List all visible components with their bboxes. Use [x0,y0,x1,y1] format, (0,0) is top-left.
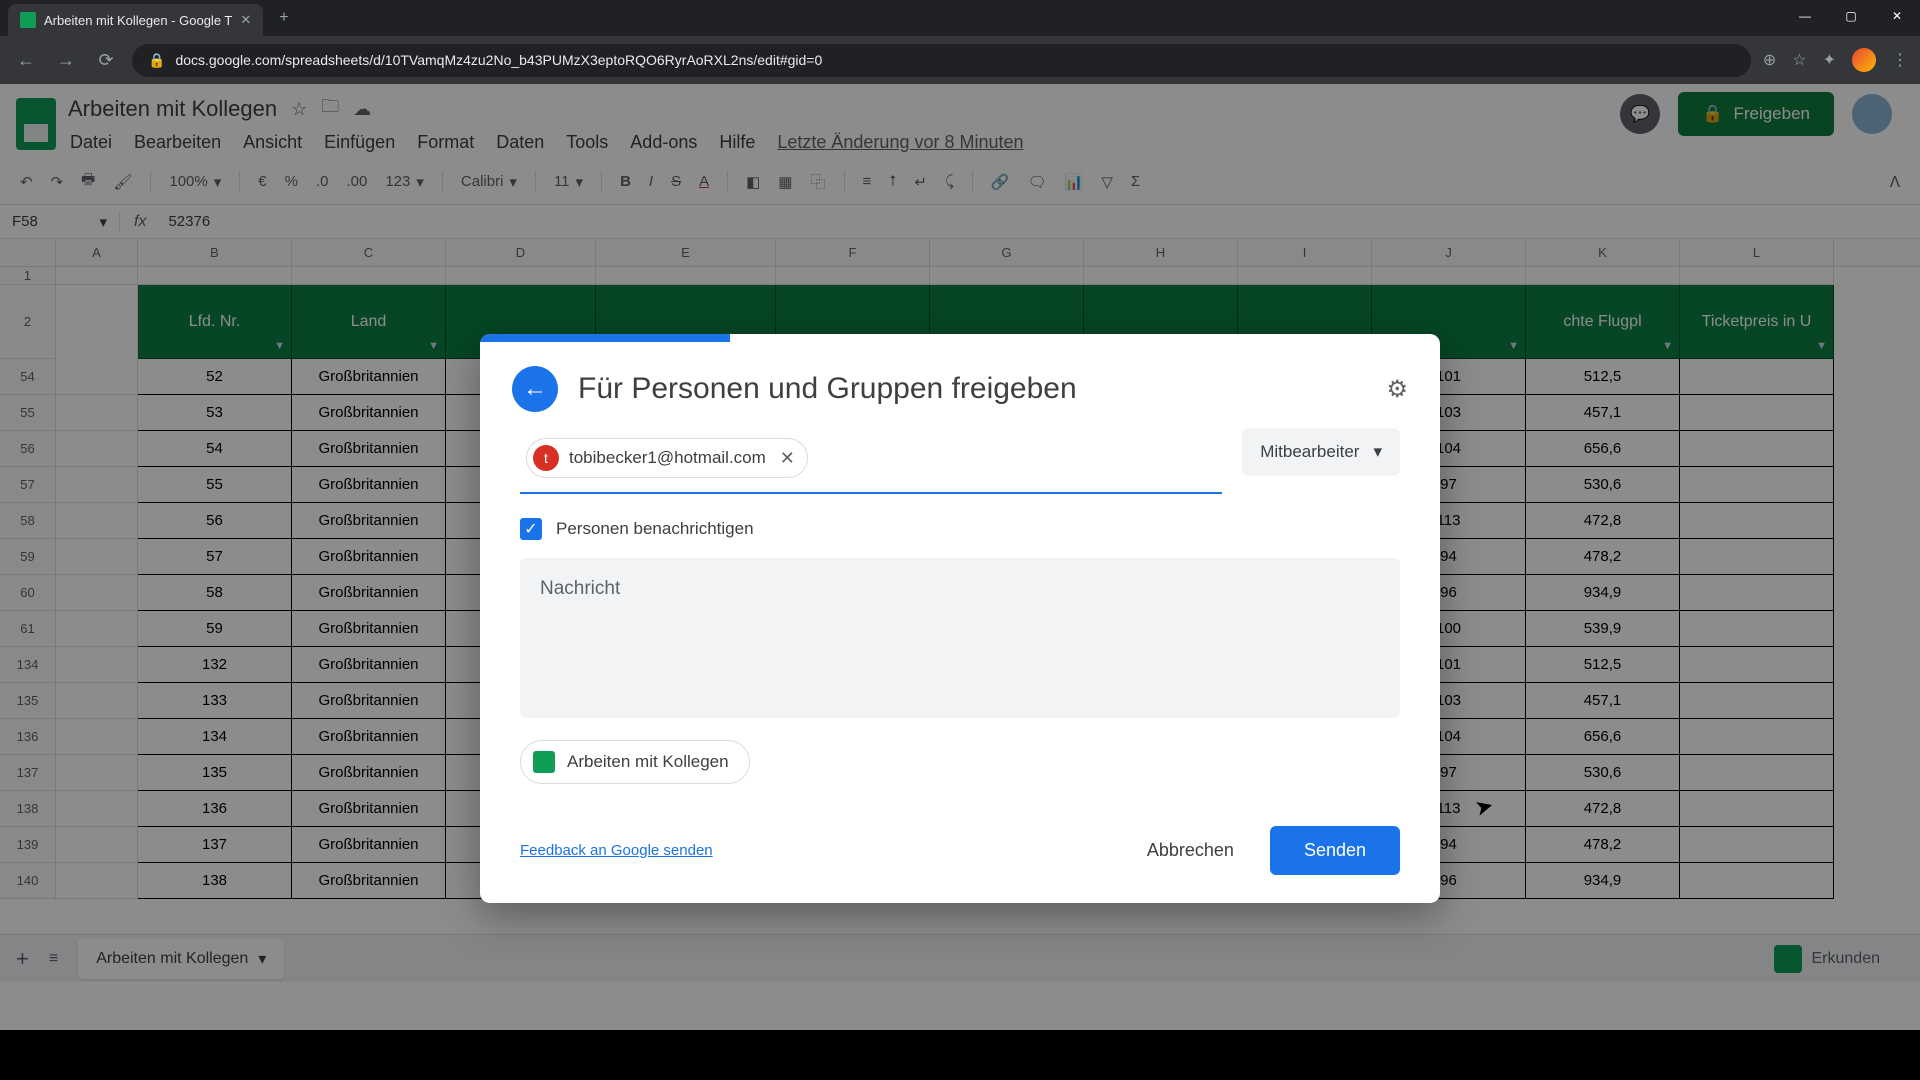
message-placeholder: Nachricht [540,578,620,599]
bookmark-icon[interactable]: ☆ [1792,50,1806,70]
address-bar: ← → ⟳ 🔒 docs.google.com/spreadsheets/d/1… [0,36,1920,84]
sheets-app: Arbeiten mit Kollegen ☆ 🗀 ☁ Datei Bearbe… [0,84,1920,1030]
chip-email: tobibecker1@hotmail.com [569,448,766,468]
message-textarea[interactable]: Nachricht [520,558,1400,718]
tab-bar: Arbeiten mit Kollegen - Google T ✕ + — ▢… [0,0,1920,36]
attached-file-chip: Arbeiten mit Kollegen [520,740,750,784]
dialog-back-button[interactable]: ← [512,366,558,412]
tab-title: Arbeiten mit Kollegen - Google T [44,13,232,28]
chip-remove-icon[interactable]: ✕ [780,448,795,469]
close-window-button[interactable]: ✕ [1874,0,1920,32]
extensions-icon[interactable]: ✦ [1823,50,1836,70]
role-select[interactable]: Mitbearbeiter▾ [1242,428,1400,476]
minimize-button[interactable]: — [1782,0,1828,32]
recipient-input[interactable]: t tobibecker1@hotmail.com ✕ [520,428,1222,494]
feedback-link[interactable]: Feedback an Google senden [520,842,713,859]
profile-icon[interactable] [1852,48,1876,72]
settings-gear-icon[interactable]: ⚙ [1386,375,1408,404]
chrome-menu-icon[interactable]: ⋮ [1892,50,1908,70]
maximize-button[interactable]: ▢ [1828,0,1874,32]
sheets-file-icon [533,751,555,773]
forward-button[interactable]: → [52,50,80,71]
new-tab-button[interactable]: + [279,9,288,27]
browser-tab[interactable]: Arbeiten mit Kollegen - Google T ✕ [8,4,263,36]
chevron-down-icon: ▾ [1373,442,1382,462]
send-button[interactable]: Senden [1270,826,1400,875]
reload-button[interactable]: ⟳ [92,50,120,71]
browser-chrome: Arbeiten mit Kollegen - Google T ✕ + — ▢… [0,0,1920,84]
chip-avatar-icon: t [533,445,559,471]
url-field[interactable]: 🔒 docs.google.com/spreadsheets/d/10TVamq… [132,44,1751,77]
lock-icon: 🔒 [148,52,165,69]
url-text: docs.google.com/spreadsheets/d/10TVamqMz… [175,52,822,68]
share-dialog: ← Für Personen und Gruppen freigeben ⚙ t… [480,334,1440,903]
window-controls: — ▢ ✕ [1782,0,1920,32]
cancel-button[interactable]: Abbrechen [1123,826,1258,875]
zoom-icon[interactable]: ⊕ [1763,50,1776,70]
tab-close-icon[interactable]: ✕ [240,12,251,28]
dialog-title: Für Personen und Gruppen freigeben [578,372,1366,406]
recipient-chip[interactable]: t tobibecker1@hotmail.com ✕ [526,438,808,478]
notify-checkbox[interactable]: ✓ [520,518,542,540]
sheets-favicon [20,12,36,28]
back-button[interactable]: ← [12,50,40,71]
notify-label: Personen benachrichtigen [556,519,754,539]
